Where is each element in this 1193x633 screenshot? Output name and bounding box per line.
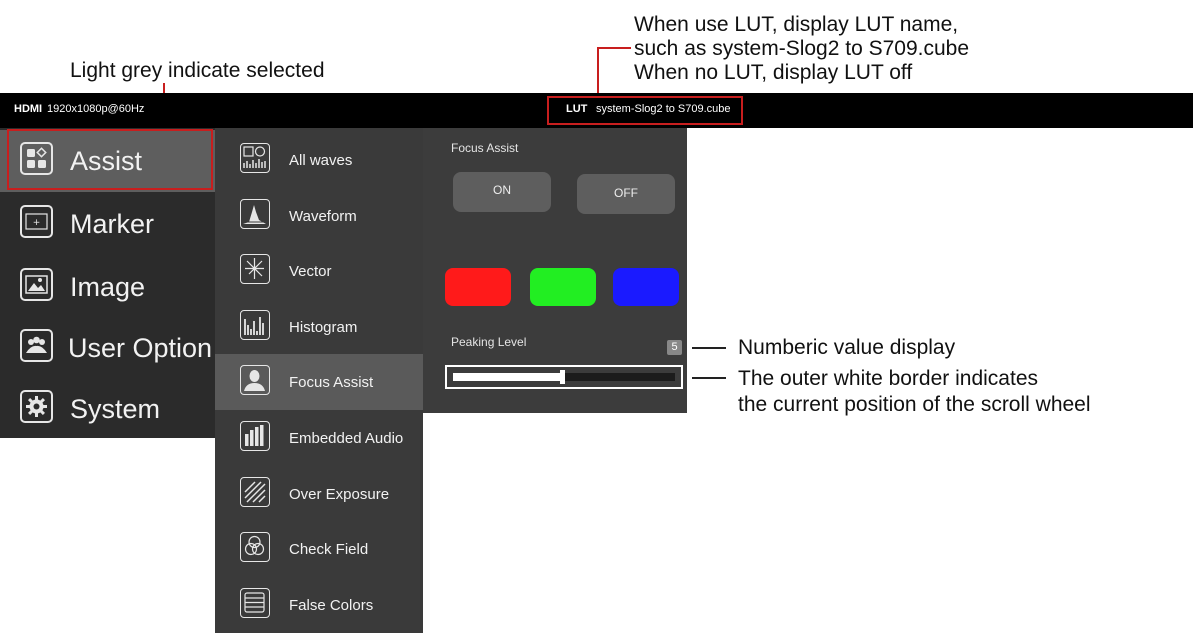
slider-knob[interactable] [560,370,565,384]
panel-title: Focus Assist [451,141,519,155]
waveform-icon [240,199,270,229]
peaking-level-label: Peaking Level [451,335,527,349]
main-menu-item-marker[interactable]: + Marker [0,193,215,255]
selected-highlight-box [7,129,213,190]
lut-highlight-box [547,96,743,125]
sub-menu-label: False Colors [289,597,374,614]
sub-menu: All waves Waveform Vector Histogram Focu… [215,128,423,633]
sub-menu-item-check-field[interactable]: Check Field [215,521,423,577]
input-source: HDMI [14,103,43,115]
vector-icon [240,254,270,284]
sub-menu-label: Focus Assist [289,374,374,391]
image-icon [20,268,53,301]
main-menu-label: Image [70,272,146,302]
annotation-value: Numberic value display [738,336,956,359]
peaking-level-slider[interactable] [445,365,683,389]
off-button[interactable]: OFF [577,174,675,214]
marker-icon: + [20,205,53,238]
main-menu-label: User Option [68,333,213,363]
histogram-icon [240,310,270,340]
main-menu-item-user-option[interactable]: User Option [0,317,215,379]
sub-menu-label: Histogram [289,319,358,336]
svg-text:+: + [33,218,41,228]
sub-menu-label: Over Exposure [289,486,390,503]
sub-menu-item-all-waves[interactable]: All waves [215,132,423,188]
annotation-lut-2: such as system-Slog2 to S709.cube [634,37,970,60]
slider-track [453,370,675,384]
gear-icon [20,390,53,423]
sub-menu-item-vector[interactable]: Vector [215,243,423,299]
sub-menu-item-embedded-audio[interactable]: Embedded Audio [215,410,423,466]
on-button[interactable]: ON [453,172,551,212]
annotation-border-2: the current position of the scroll wheel [738,393,1091,416]
over-exposure-icon [240,477,270,507]
sub-menu-label: Waveform [289,208,357,225]
color-blue-swatch[interactable] [613,268,679,306]
peaking-level-value: 5 [667,340,682,355]
annotation-border-1: The outer white border indicates [738,367,1038,390]
focus-assist-icon [240,365,270,395]
annotation-lut-3: When no LUT, display LUT off [634,61,913,84]
focus-assist-panel: Focus Assist ON OFF Peaking Level 5 [423,128,687,413]
annotation-value-line [692,347,726,349]
sub-menu-item-focus-assist[interactable]: Focus Assist [215,354,423,410]
false-colors-icon [240,588,270,618]
all-waves-icon [240,143,270,173]
annotation-lut-line-h [597,47,631,49]
main-menu-label: System [70,394,161,424]
sub-menu-label: All waves [289,152,353,169]
slider-fill [453,373,564,381]
sub-menu-label: Embedded Audio [289,430,404,447]
sub-menu-label: Check Field [289,541,369,558]
sub-menu-item-waveform[interactable]: Waveform [215,188,423,244]
sub-menu-label: Vector [289,263,332,280]
sub-menu-item-histogram[interactable]: Histogram [215,299,423,355]
sub-menu-item-false-colors[interactable]: False Colors [215,577,423,633]
input-resolution: 1920x1080p@60Hz [47,103,145,115]
main-menu-item-image[interactable]: Image [0,256,215,318]
annotation-selected: Light grey indicate selected [70,59,325,82]
color-green-swatch[interactable] [530,268,596,306]
color-red-swatch[interactable] [445,268,511,306]
main-menu-item-system[interactable]: System [0,378,215,440]
check-field-icon [240,532,270,562]
annotation-border-line [692,377,726,379]
main-menu-label: Marker [70,209,155,239]
sub-menu-item-over-exposure[interactable]: Over Exposure [215,466,423,522]
audio-icon [240,421,270,451]
users-icon [20,329,53,362]
annotation-lut-1: When use LUT, display LUT name, [634,13,959,36]
annotation-lut-line-v [597,47,599,96]
